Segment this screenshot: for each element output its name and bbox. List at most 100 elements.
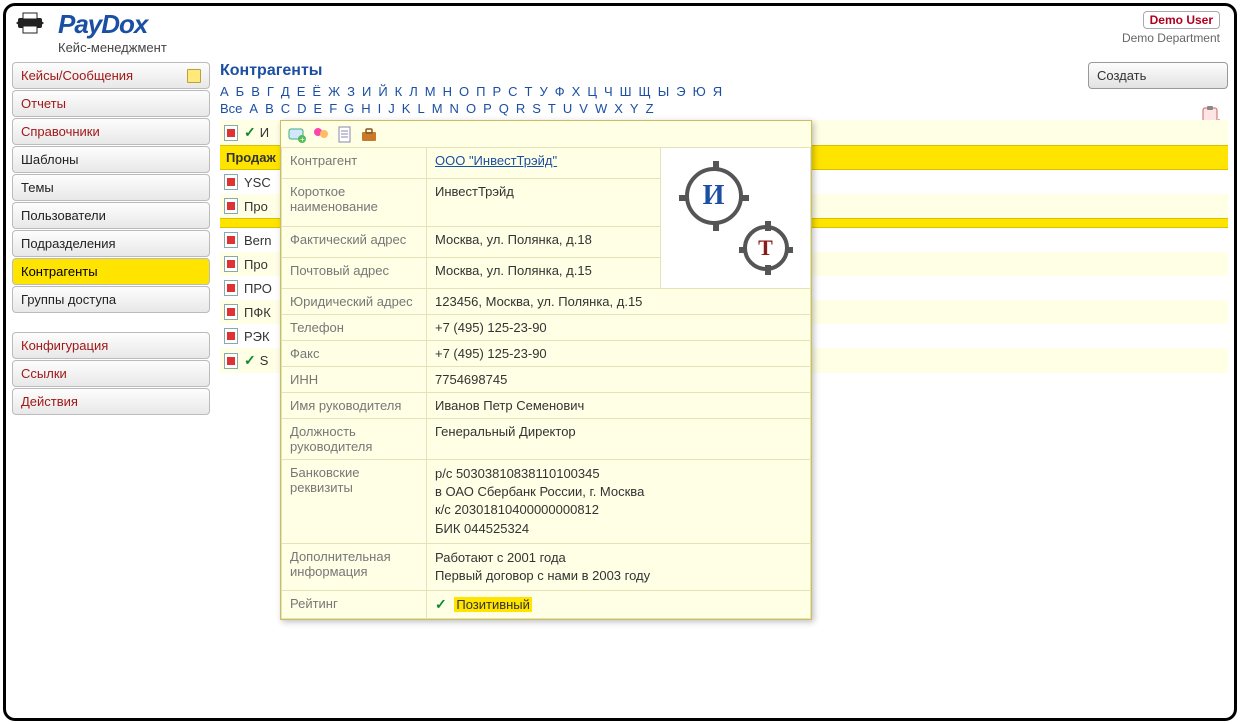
- alpha-letter[interactable]: M: [432, 101, 443, 116]
- alpha-letter[interactable]: У: [539, 84, 547, 99]
- alpha-letter[interactable]: O: [466, 101, 476, 116]
- alpha-letter[interactable]: В: [251, 84, 260, 99]
- alpha-letter[interactable]: W: [595, 101, 607, 116]
- alpha-letter[interactable]: Б: [236, 84, 245, 99]
- document-icon[interactable]: [335, 125, 355, 145]
- alpha-letter[interactable]: Д: [281, 84, 290, 99]
- alpha-letter[interactable]: И: [362, 84, 371, 99]
- alpha-letter[interactable]: A: [249, 101, 258, 116]
- message-icon[interactable]: +: [287, 125, 307, 145]
- create-button[interactable]: Создать: [1088, 62, 1228, 89]
- field-value: +7 (495) 125-23-90: [427, 315, 811, 341]
- alpha-letter[interactable]: К: [395, 84, 403, 99]
- sidebar-item[interactable]: Пользователи: [12, 202, 210, 229]
- field-value: 123456, Москва, ул. Полянка, д.15: [427, 289, 811, 315]
- alpha-letter[interactable]: Ш: [620, 84, 632, 99]
- print-icon[interactable]: [14, 11, 46, 35]
- alpha-letter[interactable]: Н: [443, 84, 452, 99]
- alpha-letter[interactable]: Р: [492, 84, 501, 99]
- sidebar-item[interactable]: Отчеты: [12, 90, 210, 117]
- alpha-letter[interactable]: P: [483, 101, 492, 116]
- users-icon[interactable]: [311, 125, 331, 145]
- alpha-letter[interactable]: H: [361, 101, 370, 116]
- alpha-letter[interactable]: Ё: [312, 84, 321, 99]
- alpha-letter[interactable]: K: [402, 101, 411, 116]
- alpha-letter[interactable]: П: [476, 84, 485, 99]
- alpha-letter[interactable]: J: [388, 101, 395, 116]
- alpha-letter[interactable]: О: [459, 84, 469, 99]
- alpha-letter[interactable]: B: [265, 101, 274, 116]
- alpha-letter[interactable]: Я: [713, 84, 722, 99]
- alpha-letter[interactable]: L: [417, 101, 424, 116]
- sidebar-item[interactable]: Ссылки: [12, 360, 210, 387]
- alpha-letter[interactable]: Y: [630, 101, 639, 116]
- alpha-letter[interactable]: А: [220, 84, 229, 99]
- alpha-letter[interactable]: U: [563, 101, 572, 116]
- alpha-letter[interactable]: T: [548, 101, 556, 116]
- alpha-letter[interactable]: Ы: [658, 84, 670, 99]
- alpha-letter[interactable]: Ю: [693, 84, 706, 99]
- alpha-letter[interactable]: С: [508, 84, 517, 99]
- list-item-label: ПФК: [244, 305, 271, 320]
- alpha-letter[interactable]: G: [344, 101, 354, 116]
- doc-icon: [224, 280, 238, 296]
- sidebar-item[interactable]: Контрагенты: [12, 258, 210, 285]
- counterparty-link[interactable]: ООО "ИнвестТрэйд": [435, 153, 557, 168]
- alpha-letter[interactable]: Г: [267, 84, 274, 99]
- sidebar-item[interactable]: Справочники: [12, 118, 210, 145]
- list-item-label: S: [260, 353, 269, 368]
- alpha-letter[interactable]: З: [347, 84, 355, 99]
- alpha-letter[interactable]: М: [425, 84, 436, 99]
- sidebar-item-label: Пользователи: [21, 208, 106, 223]
- popup-toolbar: +: [281, 121, 811, 147]
- field-value: 7754698745: [427, 367, 811, 393]
- sidebar-item-label: Справочники: [21, 124, 100, 139]
- doc-icon: [224, 198, 238, 214]
- doc-icon: [224, 256, 238, 272]
- field-label: Рейтинг: [282, 591, 427, 619]
- alpha-letter[interactable]: C: [281, 101, 290, 116]
- alpha-letter[interactable]: Щ: [639, 84, 651, 99]
- alpha-letter[interactable]: Ц: [587, 84, 597, 99]
- field-label: Должность руководителя: [282, 419, 427, 460]
- alpha-letter[interactable]: Z: [646, 101, 654, 116]
- doc-icon: [224, 174, 238, 190]
- alpha-letter[interactable]: F: [329, 101, 337, 116]
- alpha-letter[interactable]: S: [532, 101, 541, 116]
- field-value: Иванов Петр Семенович: [427, 393, 811, 419]
- alpha-letter[interactable]: Е: [297, 84, 306, 99]
- sidebar-item[interactable]: Темы: [12, 174, 210, 201]
- alpha-letter[interactable]: Т: [525, 84, 533, 99]
- note-icon: [187, 69, 201, 83]
- alpha-letter[interactable]: Ж: [328, 84, 340, 99]
- alpha-letter[interactable]: Х: [572, 84, 581, 99]
- alpha-letter[interactable]: Ф: [555, 84, 565, 99]
- sidebar-item[interactable]: Группы доступа: [12, 286, 210, 313]
- sidebar-item[interactable]: Действия: [12, 388, 210, 415]
- check-icon: ✓: [244, 352, 256, 369]
- sidebar-item[interactable]: Кейсы/Сообщения: [12, 62, 210, 89]
- sidebar-item-label: Ссылки: [21, 366, 67, 381]
- alpha-letter[interactable]: X: [614, 101, 623, 116]
- sidebar-item[interactable]: Шаблоны: [12, 146, 210, 173]
- briefcase-icon[interactable]: [359, 125, 379, 145]
- alpha-letter[interactable]: Все: [220, 101, 242, 116]
- content: Создать Контрагенты АБВГДЕЁЖЗИЙКЛМНОПРСТ…: [210, 62, 1228, 712]
- sidebar-item[interactable]: Подразделения: [12, 230, 210, 257]
- alpha-letter[interactable]: V: [579, 101, 588, 116]
- alpha-letter[interactable]: Й: [378, 84, 387, 99]
- alpha-letter[interactable]: R: [516, 101, 525, 116]
- sidebar-item[interactable]: Конфигурация: [12, 332, 210, 359]
- alpha-letter[interactable]: Э: [676, 84, 685, 99]
- alpha-letter[interactable]: Q: [499, 101, 509, 116]
- alpha-letter[interactable]: Ч: [604, 84, 613, 99]
- field-value: ИнвестТрэйд: [427, 178, 661, 227]
- alpha-letter[interactable]: N: [450, 101, 459, 116]
- alpha-letter[interactable]: Л: [409, 84, 418, 99]
- user-name-badge[interactable]: Demo User: [1143, 11, 1220, 29]
- alpha-letter[interactable]: D: [297, 101, 306, 116]
- sidebar-item-label: Темы: [21, 180, 54, 195]
- alpha-letter[interactable]: I: [378, 101, 382, 116]
- field-label: Почтовый адрес: [282, 258, 427, 289]
- alpha-letter[interactable]: E: [314, 101, 323, 116]
